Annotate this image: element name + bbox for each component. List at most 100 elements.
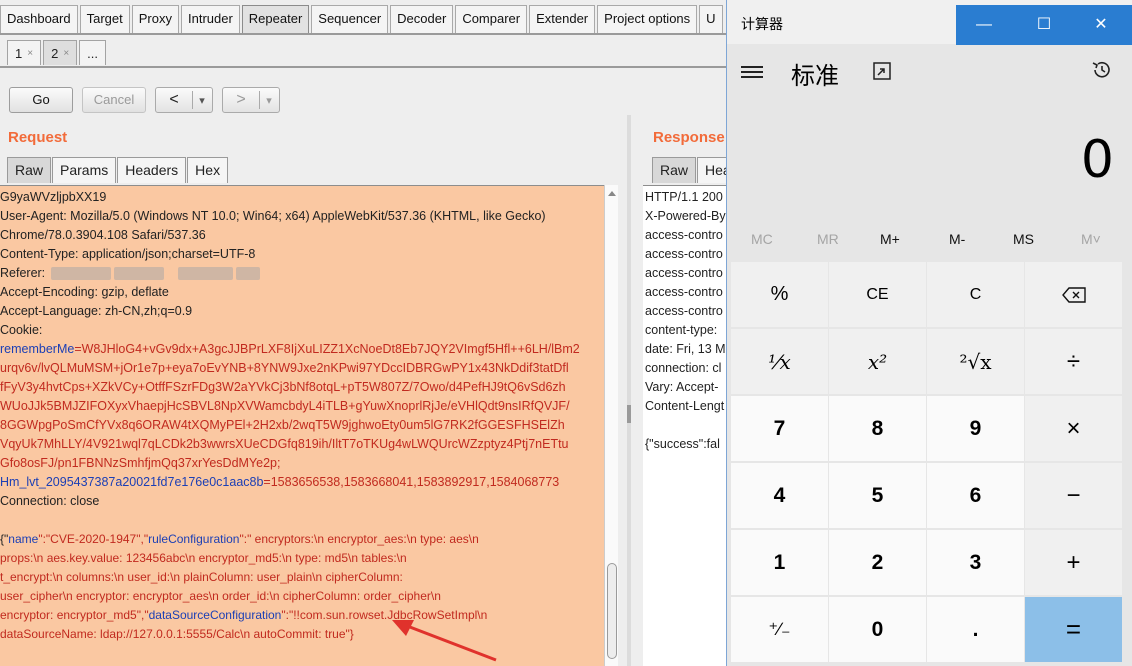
maximize-button[interactable]: ☐ [1016,5,1072,45]
json-value: encryptor: encryptor_md5"," [0,608,149,622]
divide-button[interactable]: ÷ [1025,329,1122,394]
close-button[interactable]: ✕ [1073,5,1129,45]
calculator-title-bar: 计算器 — ☐ ✕ [727,0,1132,45]
body-line: dataSourceName: ldap://127.0.0.1:5555/Ca… [0,627,354,641]
tab-extender[interactable]: Extender [529,5,596,33]
backspace-button[interactable] [1025,262,1122,327]
cookie-rememberme-line: rememberMe=W8JHloG4+vGv9dx+A3gcJJBPrLXF8… [0,340,580,359]
tab-headers[interactable]: Headers [117,157,187,183]
subtract-button[interactable]: − [1025,463,1122,528]
digit-5-button[interactable]: 5 [829,463,926,528]
forward-button[interactable]: > ▾ [222,87,280,113]
cookie-value-line: 8GGWpgPoSmCfYVx8q6ORAW4tXQMyPEl+2H2xb/2w… [0,418,565,432]
square-button[interactable]: x² [829,329,926,394]
percent-button[interactable]: % [731,262,828,327]
clear-button[interactable]: C [927,262,1024,327]
digit-3-button[interactable]: 3 [927,530,1024,595]
tab-proxy[interactable]: Proxy [131,5,179,33]
tab-dashboard[interactable]: Dashboard [0,5,78,33]
body-line: {"name":"CVE-2020-1947","ruleConfigurati… [0,530,479,549]
pane-splitter[interactable] [627,115,631,666]
cancel-button[interactable]: Cancel [82,87,146,113]
response-line: access-contro [645,247,723,261]
keep-on-top-icon[interactable] [873,62,891,80]
digit-1-button[interactable]: 1 [731,530,828,595]
memory-subtract-button[interactable]: M- [949,231,965,247]
hamburger-menu-icon[interactable] [741,64,763,80]
cookie-value: =W8JHloG4+vGv9dx+A3gcJJBPrLXF8IjXuLIZZ1X… [74,342,580,356]
equals-button[interactable]: = [1025,597,1122,662]
chevron-down-icon[interactable]: ▾ [260,94,278,107]
digit-2-button[interactable]: 2 [829,530,926,595]
tab-hex[interactable]: Hex [187,157,229,183]
request-line: User-Agent: Mozilla/5.0 (Windows NT 10.0… [0,209,546,223]
request-scrollbar[interactable] [604,185,618,666]
tab-user-options[interactable]: U [699,5,723,33]
response-line: HTTP/1.1 200 [645,190,723,204]
calculator-mode-label: 标准 [791,63,839,90]
json-key: name [8,532,39,546]
repeater-tab-label: ... [87,45,98,61]
go-button[interactable]: Go [9,87,73,113]
request-line: Chrome/78.0.3904.108 Safari/537.36 [0,228,206,242]
minimize-button[interactable]: — [956,5,1012,45]
json-value: ":" encryptors:\n encryptor_aes:\n type:… [239,532,479,546]
add-button[interactable]: + [1025,530,1122,595]
digit-9-button[interactable]: 9 [927,396,1024,461]
close-icon[interactable]: × [63,42,69,65]
reciprocal-button[interactable]: ⅟x [731,329,828,394]
cookie-value-line: Gfo8osFJ/pn1FBNNzSmhfjmQq37xrYesDdMYe2p; [0,456,281,470]
cookie-hm-line: Hm_lvt_2095437387a20021fd7e176e0c1aac8b=… [0,473,559,492]
repeater-tab-1[interactable]: 1 × [7,40,42,65]
splitter-grip[interactable] [627,405,631,423]
digit-7-button[interactable]: 7 [731,396,828,461]
history-icon[interactable] [1091,59,1113,81]
request-line: Cookie: [0,323,43,337]
request-line: Connection: close [0,494,100,508]
negate-button[interactable]: ⁺∕₋ [731,597,828,662]
back-button[interactable]: < ▾ [155,87,213,113]
forward-arrow-icon: > [236,91,246,108]
memory-add-button[interactable]: M+ [880,231,900,247]
tab-sequencer[interactable]: Sequencer [311,5,389,33]
tab-params[interactable]: Params [52,157,117,183]
scrollbar-thumb[interactable] [607,563,617,659]
response-line: access-contro [645,228,723,242]
clear-entry-button[interactable]: CE [829,262,926,327]
json-value: ":"CVE-2020-1947"," [38,532,149,546]
multiply-button[interactable]: × [1025,396,1122,461]
tab-decoder[interactable]: Decoder [390,5,454,33]
memory-store-button[interactable]: MS [1013,231,1034,247]
digit-6-button[interactable]: 6 [927,463,1024,528]
decimal-button[interactable]: . [927,597,1024,662]
tab-target[interactable]: Target [79,5,130,33]
tab-project-options[interactable]: Project options [597,5,698,33]
tab-repeater[interactable]: Repeater [241,5,310,33]
request-line: Accept-Encoding: gzip, deflate [0,285,169,299]
cookie-value-line: fFyV3y4hvtCps+XZkVCy+OtffFSzrFDg3W2aYVkC… [0,380,566,394]
close-icon[interactable]: × [27,42,33,65]
response-title: Response [653,129,725,146]
scroll-up-arrow-icon[interactable] [608,191,616,196]
back-arrow-icon: < [169,91,179,108]
request-title: Request [8,129,68,146]
digit-8-button[interactable]: 8 [829,396,926,461]
cookie-value-line: WUoJJk5BMJZIFOXyxVhaepjHcSBVL8NpXVWamcbd… [0,399,570,413]
tab-comparer[interactable]: Comparer [455,5,528,33]
digit-0-button[interactable]: 0 [829,597,926,662]
tab-raw[interactable]: Raw [7,157,52,183]
memory-list-button[interactable]: M˅ [1081,231,1101,247]
request-editor[interactable]: G9yaWVzljpbXX19 User-Agent: Mozilla/5.0 … [0,185,604,666]
square-root-button[interactable]: ²√x [927,329,1024,394]
chevron-down-icon[interactable]: ▾ [193,94,211,107]
response-line: Vary: Accept- [645,380,719,394]
tab-raw[interactable]: Raw [652,157,697,183]
memory-clear-button[interactable]: MC [751,231,773,247]
response-line: Content-Lengt [645,399,725,413]
main-tab-divider [0,33,730,35]
tab-intruder[interactable]: Intruder [180,5,240,33]
repeater-tab-more[interactable]: ... [79,40,106,65]
memory-recall-button[interactable]: MR [817,231,839,247]
digit-4-button[interactable]: 4 [731,463,828,528]
repeater-tab-2[interactable]: 2 × [43,40,78,65]
